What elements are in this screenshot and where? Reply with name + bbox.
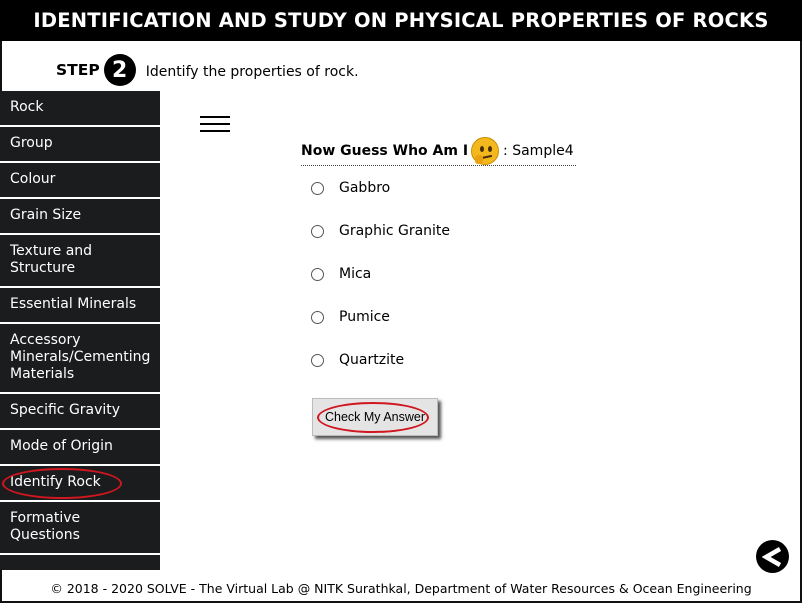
radio-button[interactable] <box>311 310 324 324</box>
option-label: Graphic Granite <box>339 223 451 239</box>
sidebar-item-label: Essential Minerals <box>10 296 137 312</box>
check-answer-button[interactable]: Check My Answer <box>312 398 438 436</box>
option-label: Mica <box>339 266 372 282</box>
radio-button[interactable] <box>311 267 324 281</box>
hamburger-icon[interactable] <box>200 116 230 134</box>
sidebar-item-rock[interactable]: Rock <box>0 91 160 127</box>
sample-label: : Sample4 <box>503 142 574 159</box>
sidebar-item-colour[interactable]: Colour <box>0 163 160 199</box>
sidebar-item-specific-gravity[interactable]: Specific Gravity <box>0 394 160 430</box>
step-header: STEP 2 Identify the properties of rock. <box>56 52 359 88</box>
page-title: IDENTIFICATION AND STUDY ON PHYSICAL PRO… <box>0 0 802 41</box>
footer-copyright: © 2018 - 2020 SOLVE - The Virtual Lab @ … <box>50 581 752 596</box>
check-answer-label: Check My Answer <box>324 410 426 424</box>
sidebar-nav: Rock Group Colour Grain Size Texture and… <box>0 91 160 570</box>
sidebar-item-grain-size[interactable]: Grain Size <box>0 199 160 235</box>
sidebar-item-label: Identify Rock <box>10 474 101 490</box>
radio-button[interactable] <box>311 181 324 195</box>
sidebar-item-label: Formative Questions <box>10 510 81 543</box>
option-label: Pumice <box>339 309 390 325</box>
sidebar-item-label: Texture and Structure <box>10 243 93 276</box>
back-arrow-icon[interactable] <box>756 540 789 573</box>
sidebar-item-identify-rock[interactable]: Identify Rock <box>0 466 160 502</box>
thinking-face-icon <box>471 136 500 165</box>
step-label: STEP <box>56 61 100 79</box>
sidebar-item-mode-of-origin[interactable]: Mode of Origin <box>0 430 160 466</box>
sidebar-item-label: Accessory Minerals/Cementing Materials <box>10 332 151 382</box>
sidebar-item-formative-questions[interactable]: Formative Questions <box>0 502 160 555</box>
option-label: Quartzite <box>339 352 405 368</box>
sidebar-item-group[interactable]: Group <box>0 127 160 163</box>
option-pumice[interactable]: Pumice <box>311 307 390 327</box>
option-quartzite[interactable]: Quartzite <box>311 350 404 370</box>
sidebar-item-label: Colour <box>10 171 56 187</box>
sidebar-item-texture-structure[interactable]: Texture and Structure <box>0 235 160 288</box>
step-instruction: Identify the properties of rock. <box>145 64 359 80</box>
sidebar-item-essential-minerals[interactable]: Essential Minerals <box>0 288 160 324</box>
sidebar-item-accessory-minerals[interactable]: Accessory Minerals/Cementing Materials <box>0 324 160 394</box>
sidebar-item-label: Mode of Origin <box>10 438 113 454</box>
quiz-title: Now Guess Who Am I <box>301 142 469 159</box>
quiz-heading: Now Guess Who Am I : Sample4 <box>301 136 576 166</box>
option-graphic-granite[interactable]: Graphic Granite <box>311 221 450 241</box>
step-number-badge: 2 <box>103 54 136 86</box>
radio-button[interactable] <box>311 353 324 367</box>
sidebar-item-label: Specific Gravity <box>10 402 121 418</box>
radio-button[interactable] <box>311 224 324 238</box>
sidebar-item-label: Rock <box>10 99 44 115</box>
option-label: Gabbro <box>339 180 391 196</box>
option-gabbro[interactable]: Gabbro <box>311 178 390 198</box>
option-mica[interactable]: Mica <box>311 264 371 284</box>
sidebar-item-label: Grain Size <box>10 207 82 223</box>
sidebar-item-label: Group <box>10 135 53 151</box>
